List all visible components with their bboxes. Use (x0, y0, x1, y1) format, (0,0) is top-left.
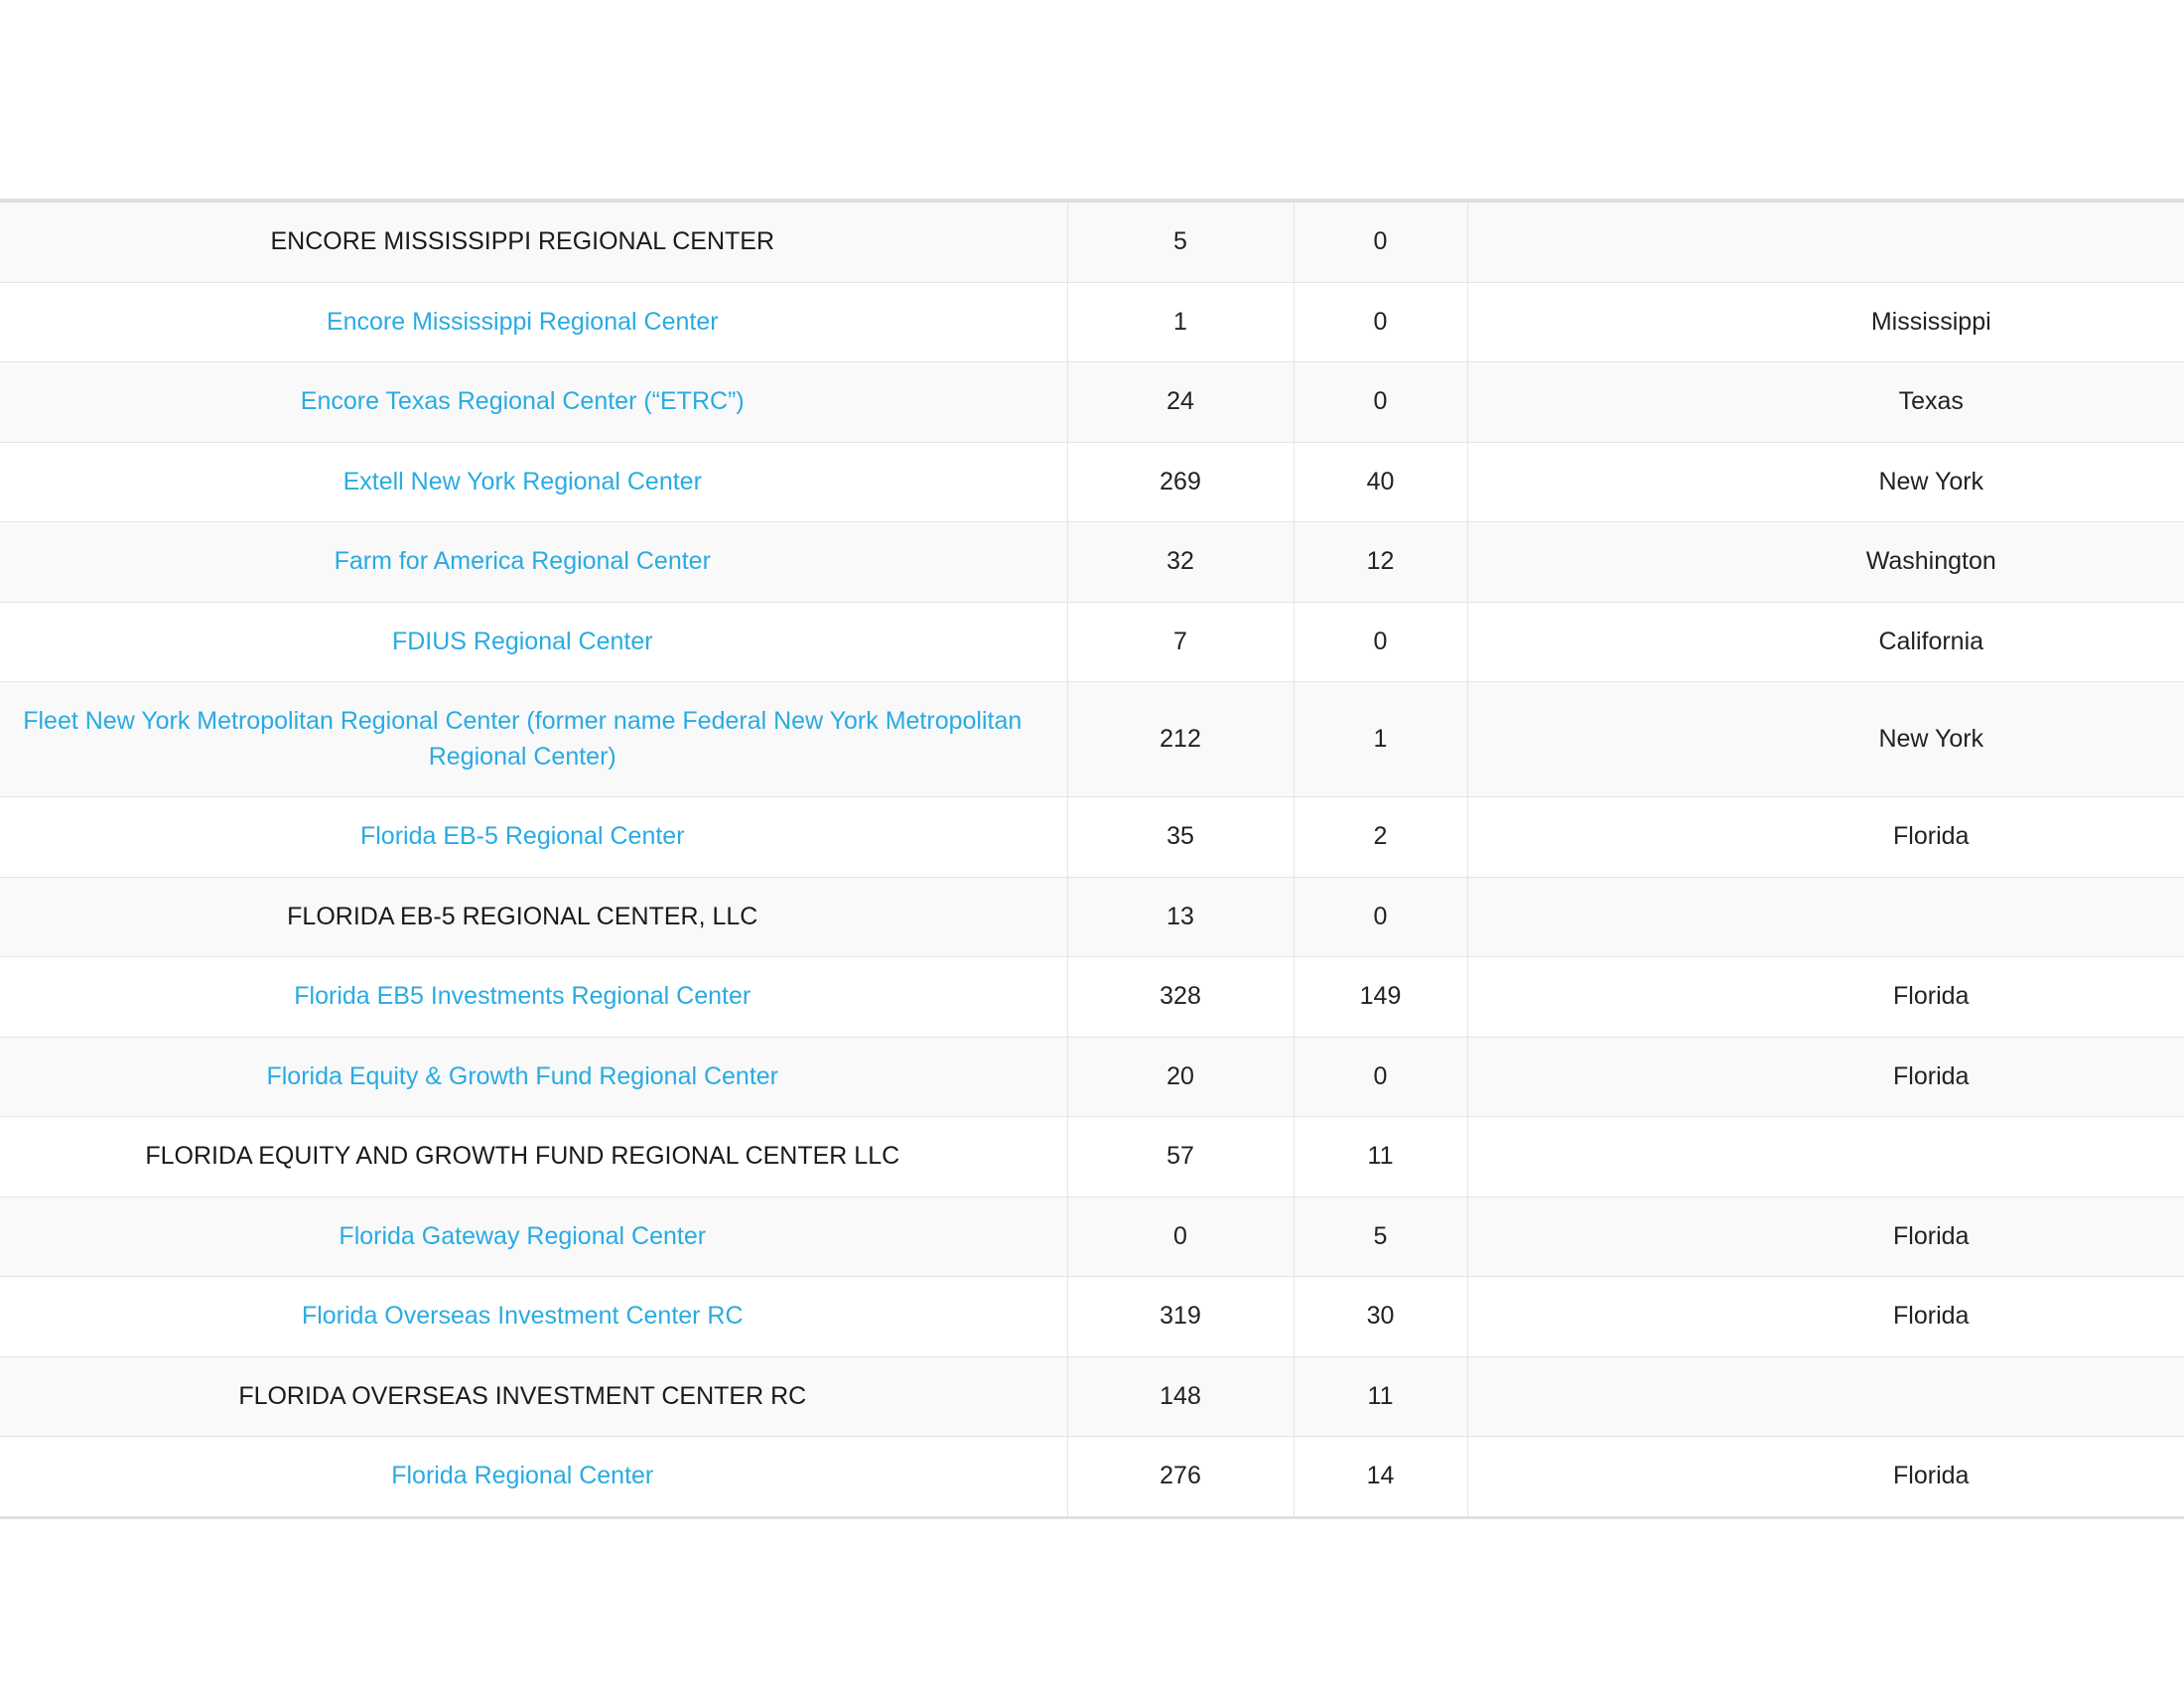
regional-center-table: ENCORE MISSISSIPPI REGIONAL CENTER 5 0 Enco… (0, 199, 2184, 1519)
cell-state (1466, 201, 2184, 282)
cell-count-secondary: 0 (1293, 282, 1468, 362)
cell-count-primary: 5 (1066, 201, 1295, 282)
regional-center-link[interactable]: Extell New York Regional Center (343, 468, 702, 495)
cell-regional-center-name[interactable]: Farm for America Regional Center (0, 521, 1068, 602)
regional-center-link[interactable]: Florida Regional Center (391, 1462, 653, 1489)
cell-regional-center-name: FLORIDA OVERSEAS INVESTMENT CENTER RC (0, 1356, 1068, 1437)
regional-center-link[interactable]: Florida EB-5 Regional Center (360, 822, 685, 850)
cell-count-primary: 269 (1066, 442, 1295, 522)
cell-regional-center-name[interactable]: Florida Regional Center (0, 1436, 1068, 1517)
table-row: Encore Texas Regional Center (“ETRC”) 24 0… (0, 361, 2184, 442)
table-row: Florida EB5 Investments Regional Center 3… (0, 956, 2184, 1037)
table-row: Florida Gateway Regional Center 0 5 Florida (0, 1196, 2184, 1277)
cell-count-primary: 212 (1066, 681, 1295, 797)
regional-center-link[interactable]: Encore Mississippi Regional Center (327, 308, 719, 336)
table-row: FLORIDA EQUITY AND GROWTH FUND REGIONAL … (0, 1116, 2184, 1196)
cell-count-primary: 148 (1066, 1356, 1295, 1437)
cell-state: California (1466, 602, 2184, 682)
cell-regional-center-name[interactable]: Florida Overseas Investment Center RC (0, 1276, 1068, 1356)
cell-count-primary: 57 (1066, 1116, 1295, 1196)
table-row: Extell New York Regional Center 269 40 New … (0, 442, 2184, 522)
cell-state (1466, 1116, 2184, 1196)
cell-count-secondary: 5 (1293, 1196, 1468, 1277)
regional-center-link[interactable]: Fleet New York Metropolitan Regional Cen… (23, 707, 1022, 771)
table-row: Encore Mississippi Regional Center 1 0 Miss… (0, 282, 2184, 362)
cell-regional-center-name[interactable]: Florida Equity & Growth Fund Regional Ce… (0, 1037, 1068, 1117)
cell-state: New York (1466, 681, 2184, 797)
cell-state: Florida (1466, 796, 2184, 877)
regional-center-link[interactable]: Florida EB5 Investments Regional Center (294, 982, 751, 1010)
cell-state: Mississippi (1466, 282, 2184, 362)
cell-count-secondary: 149 (1293, 956, 1468, 1037)
regional-center-link[interactable]: Florida Overseas Investment Center RC (302, 1302, 744, 1330)
cell-regional-center-name[interactable]: Extell New York Regional Center (0, 442, 1068, 522)
regional-center-name-text: ENCORE MISSISSIPPI REGIONAL CENTER (270, 227, 774, 255)
cell-count-secondary: 0 (1293, 361, 1468, 442)
table-row: Florida EB-5 Regional Center 35 2 Florida (0, 796, 2184, 877)
cell-count-secondary: 12 (1293, 521, 1468, 602)
cell-count-secondary: 30 (1293, 1276, 1468, 1356)
cell-regional-center-name[interactable]: Florida Gateway Regional Center (0, 1196, 1068, 1277)
cell-regional-center-name: ENCORE MISSISSIPPI REGIONAL CENTER (0, 201, 1068, 282)
regional-center-table-container: ENCORE MISSISSIPPI REGIONAL CENTER 5 0 Enco… (0, 199, 2184, 1519)
cell-count-primary: 24 (1066, 361, 1295, 442)
table-row: Fleet New York Metropolitan Regional Cen… (0, 681, 2184, 797)
cell-state: Washington (1466, 521, 2184, 602)
cell-state: Florida (1466, 1276, 2184, 1356)
cell-count-secondary: 0 (1293, 1037, 1468, 1117)
cell-regional-center-name: FLORIDA EQUITY AND GROWTH FUND REGIONAL … (0, 1116, 1068, 1196)
cell-regional-center-name[interactable]: Florida EB-5 Regional Center (0, 796, 1068, 877)
table-row: Florida Regional Center 276 14 Florida (0, 1436, 2184, 1517)
regional-center-name-text: FLORIDA OVERSEAS INVESTMENT CENTER RC (238, 1381, 807, 1410)
table-row: Florida Equity & Growth Fund Regional Ce… (0, 1037, 2184, 1117)
cell-state: Florida (1466, 956, 2184, 1037)
regional-center-link[interactable]: Florida Equity & Growth Fund Regional Ce… (266, 1062, 778, 1090)
regional-center-name-text: FLORIDA EQUITY AND GROWTH FUND REGIONAL … (145, 1142, 900, 1170)
cell-count-secondary: 0 (1293, 201, 1468, 282)
regional-center-link[interactable]: FDIUS Regional Center (392, 628, 653, 655)
table-row: Farm for America Regional Center 32 12 Wash… (0, 521, 2184, 602)
cell-state: Florida (1466, 1196, 2184, 1277)
cell-count-secondary: 11 (1293, 1116, 1468, 1196)
table-row: FDIUS Regional Center 7 0 California (0, 602, 2184, 682)
cell-count-secondary: 14 (1293, 1436, 1468, 1517)
cell-count-secondary: 1 (1293, 681, 1468, 797)
cell-count-primary: 1 (1066, 282, 1295, 362)
cell-regional-center-name[interactable]: FDIUS Regional Center (0, 602, 1068, 682)
regional-center-table-body: ENCORE MISSISSIPPI REGIONAL CENTER 5 0 Enco… (0, 201, 2184, 1517)
cell-regional-center-name: FLORIDA EB-5 REGIONAL CENTER, LLC (0, 877, 1068, 957)
cell-count-primary: 7 (1066, 602, 1295, 682)
table-row: ENCORE MISSISSIPPI REGIONAL CENTER 5 0 (0, 201, 2184, 282)
cell-state (1466, 877, 2184, 957)
cell-state: Texas (1466, 361, 2184, 442)
cell-count-secondary: 40 (1293, 442, 1468, 522)
cell-count-primary: 0 (1066, 1196, 1295, 1277)
cell-count-secondary: 0 (1293, 602, 1468, 682)
regional-center-link[interactable]: Farm for America Regional Center (335, 547, 711, 575)
cell-state: New York (1466, 442, 2184, 522)
cell-count-primary: 13 (1066, 877, 1295, 957)
table-row: FLORIDA EB-5 REGIONAL CENTER, LLC 13 0 (0, 877, 2184, 957)
cell-count-secondary: 0 (1293, 877, 1468, 957)
regional-center-name-text: FLORIDA EB-5 REGIONAL CENTER, LLC (287, 902, 758, 930)
regional-center-link[interactable]: Florida Gateway Regional Center (339, 1222, 706, 1250)
cell-count-primary: 276 (1066, 1436, 1295, 1517)
regional-center-link[interactable]: Encore Texas Regional Center (“ETRC”) (301, 387, 745, 415)
cell-state: Florida (1466, 1037, 2184, 1117)
cell-count-primary: 20 (1066, 1037, 1295, 1117)
cell-count-secondary: 2 (1293, 796, 1468, 877)
cell-regional-center-name[interactable]: Florida EB5 Investments Regional Center (0, 956, 1068, 1037)
cell-count-primary: 328 (1066, 956, 1295, 1037)
table-row: FLORIDA OVERSEAS INVESTMENT CENTER RC 148… (0, 1356, 2184, 1437)
cell-state (1466, 1356, 2184, 1437)
cell-state: Florida (1466, 1436, 2184, 1517)
table-row: Florida Overseas Investment Center RC 319… (0, 1276, 2184, 1356)
cell-count-primary: 35 (1066, 796, 1295, 877)
cell-regional-center-name[interactable]: Encore Mississippi Regional Center (0, 282, 1068, 362)
cell-count-primary: 319 (1066, 1276, 1295, 1356)
cell-count-primary: 32 (1066, 521, 1295, 602)
cell-count-secondary: 11 (1293, 1356, 1468, 1437)
cell-regional-center-name[interactable]: Fleet New York Metropolitan Regional Cen… (0, 681, 1068, 797)
cell-regional-center-name[interactable]: Encore Texas Regional Center (“ETRC”) (0, 361, 1068, 442)
